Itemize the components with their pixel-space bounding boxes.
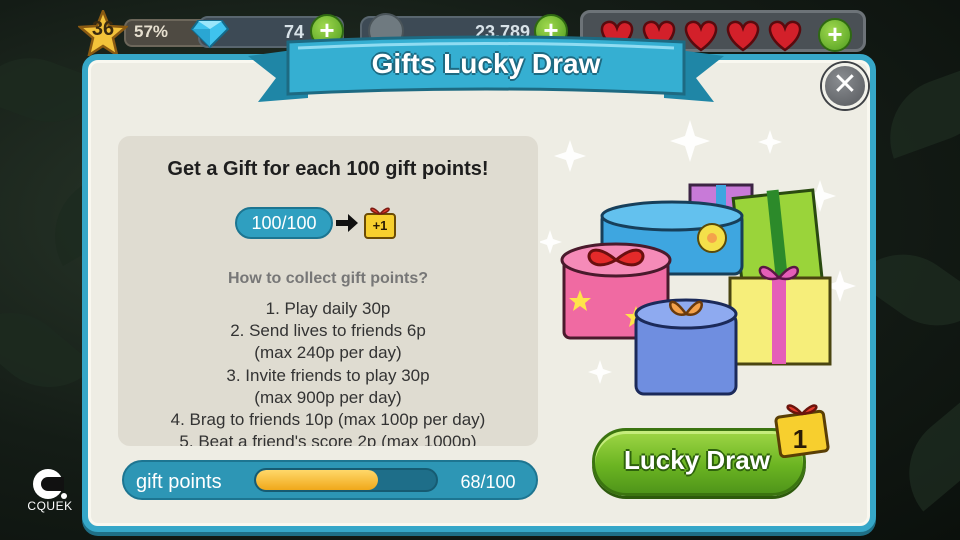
life-heart-icon — [768, 20, 802, 52]
cquek-logo-icon — [33, 469, 67, 499]
collect-step: 5. Beat a friend's score 2p (max 1000p) — [179, 432, 477, 446]
info-panel: Get a Gift for each 100 gift points! 100… — [118, 136, 538, 446]
collect-step: 1. Play daily 30p — [265, 299, 391, 318]
dialog-title: Gifts Lucky Draw — [371, 48, 601, 79]
gift-pile-illustration — [540, 120, 856, 396]
level-number: 36 — [91, 18, 115, 40]
life-heart-icon — [726, 20, 760, 52]
plus-one-gift-icon: +1 — [362, 202, 398, 240]
lucky-draw-label[interactable]: Lucky Draw — [592, 445, 802, 476]
close-button[interactable]: ✕ — [822, 63, 868, 109]
collect-step: 2. Send lives to friends 6p — [230, 321, 426, 341]
draw-count: 1 — [792, 424, 808, 454]
info-heading: Get a Gift for each 100 gift points! — [167, 158, 489, 180]
collect-step: 4. Brag to friends 10p (max 100p per day… — [170, 410, 486, 430]
gift-points-fill — [256, 470, 379, 490]
title-banner: Gifts Lucky Draw — [248, 28, 724, 112]
steps-list: 1. Play daily 30p 2. Send lives to friend… — [118, 298, 538, 446]
level-progress-percent: 57% — [134, 22, 169, 41]
add-lives-button[interactable]: + — [818, 18, 852, 52]
points-ratio-badge: 100/100 — [235, 207, 333, 239]
plus-one-label: +1 — [372, 218, 388, 233]
collect-step: (max 900p per day) — [254, 387, 402, 407]
arrow-right-icon — [336, 214, 358, 232]
gift-points-track — [254, 468, 438, 492]
collect-step: (max 240p per day) — [254, 343, 402, 363]
gift-points-label: gift points — [136, 471, 222, 493]
gift-points-value: 68/100 — [460, 472, 516, 492]
logo-text: CQUEK — [27, 499, 73, 513]
howto-title: How to collect gift points? — [228, 270, 428, 287]
diamond-icon — [190, 11, 230, 51]
collect-step: 3. Invite friends to play 30p — [226, 365, 430, 385]
